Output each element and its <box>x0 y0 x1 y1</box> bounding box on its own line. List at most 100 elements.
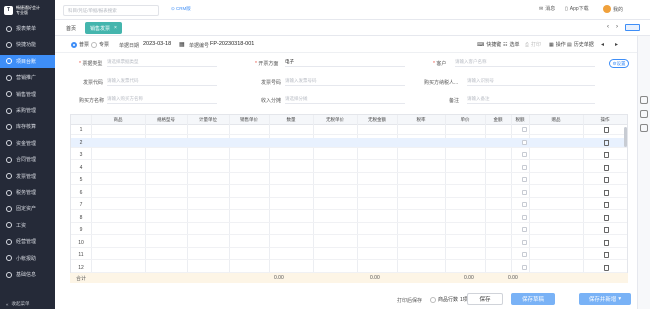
trash-icon[interactable] <box>604 264 609 271</box>
sidebar-item-4[interactable]: 销售管理 <box>0 88 55 101</box>
gift-checkbox[interactable] <box>522 189 527 195</box>
save-button[interactable]: 保存 <box>467 293 503 305</box>
operate-button[interactable]: ▦ 操作 <box>549 41 566 49</box>
tab-prev-button[interactable]: ‹ <box>607 24 609 30</box>
sidebar-item-13[interactable]: 经营管理 <box>0 235 55 248</box>
row-count-check[interactable]: 商品行数 1项 <box>430 296 468 303</box>
ticket-type-select[interactable]: 请选择票据类型 <box>107 57 217 67</box>
tab-next-button[interactable]: › <box>616 24 618 30</box>
invoice-code-input[interactable]: 请输入发票代码 <box>107 76 217 86</box>
print-button[interactable]: ⎙ 打印 <box>525 41 541 49</box>
attachment-icon[interactable] <box>640 124 648 132</box>
table-row[interactable]: 8 <box>71 213 627 223</box>
type-special-radio[interactable]: 专票 <box>91 41 109 48</box>
gift-checkbox[interactable] <box>522 227 527 232</box>
type-normal-radio[interactable]: 普票 <box>71 41 89 48</box>
table-row[interactable]: 4 <box>71 163 627 173</box>
sidebar-item-3[interactable]: 营销推广 <box>0 71 55 84</box>
taxpayer-id-input[interactable]: 请输入识别号 <box>467 76 595 86</box>
tab-sales-invoice[interactable]: 销售发票 × <box>85 22 122 34</box>
save-draft-button[interactable]: 保存草稿 <box>511 293 555 305</box>
table-row[interactable]: 2 <box>71 137 627 148</box>
app-download-button[interactable]: ▯ App下载 <box>565 5 589 13</box>
buyer-name-input[interactable]: 请输入购买方名称 <box>107 94 217 104</box>
table-row[interactable]: 12 <box>71 263 627 273</box>
save-new-button[interactable]: 保存并新增 ▾ <box>579 293 631 305</box>
number-field[interactable]: FP-20230318-001 <box>210 41 254 47</box>
table-row[interactable]: 1 <box>71 125 627 135</box>
trash-icon[interactable] <box>604 214 609 221</box>
gift-checkbox[interactable] <box>522 202 527 207</box>
sidebar-item-2[interactable]: 项目台账 <box>0 54 55 68</box>
sidebar-item-6[interactable]: 库存核算 <box>0 120 55 133</box>
gift-checkbox[interactable] <box>522 152 527 157</box>
trash-icon[interactable] <box>604 152 609 158</box>
sidebar-item-label: 基础信息 <box>16 272 37 278</box>
sidebar-item-11[interactable]: 固定资产 <box>0 202 55 215</box>
gift-checkbox[interactable] <box>522 139 527 145</box>
gift-checkbox[interactable] <box>522 127 527 132</box>
sidebar-item-5[interactable]: 采购管理 <box>0 104 55 117</box>
table-row[interactable]: 7 <box>71 200 627 210</box>
sidebar-item-15[interactable]: 基础信息 <box>0 268 55 281</box>
select-doc-button[interactable]: ☷ 选单 <box>503 41 520 49</box>
gift-checkbox[interactable] <box>522 214 527 220</box>
gift-checkbox[interactable] <box>522 164 527 170</box>
table-row[interactable]: 9 <box>71 225 627 235</box>
row-number: 8 <box>79 214 83 221</box>
link-icon[interactable] <box>640 110 648 118</box>
trash-icon[interactable] <box>604 202 609 208</box>
shortcut-button[interactable]: ⌨ 快捷键 <box>477 41 501 49</box>
issue-mode-select[interactable]: 电子 <box>285 57 405 67</box>
income-split-select[interactable]: 请选择分摊 <box>285 94 405 104</box>
table-row[interactable]: 11 <box>71 250 627 260</box>
customer-input[interactable]: 请输入客户名称 <box>455 57 595 67</box>
close-icon[interactable]: × <box>114 25 117 31</box>
sidebar-item-8[interactable]: 合同管理 <box>0 153 55 166</box>
table-row[interactable]: 5 <box>71 175 627 185</box>
settings-button[interactable]: ⚙ 设置 <box>609 59 629 68</box>
note-icon[interactable] <box>640 96 648 104</box>
tab-home[interactable]: 首页 <box>61 22 81 34</box>
gift-checkbox[interactable] <box>522 252 527 257</box>
trash-icon[interactable] <box>604 164 609 171</box>
sidebar-item-7[interactable]: 资金管理 <box>0 137 55 150</box>
messages-button[interactable]: ✉ 消息 <box>539 5 555 13</box>
sidebar-item-10[interactable]: 税务管理 <box>0 186 55 199</box>
invoice-number-input[interactable]: 请输入发票号码 <box>285 76 405 86</box>
trash-icon[interactable] <box>604 227 609 233</box>
totals-row: 合计 0.00 0.00 0.00 0.00 <box>70 273 628 283</box>
next-doc-button[interactable]: ▸ <box>615 41 618 48</box>
table-row[interactable]: 6 <box>71 188 627 198</box>
trash-icon[interactable] <box>604 189 609 196</box>
calendar-icon[interactable]: ▦ <box>179 41 185 48</box>
table-row[interactable]: 10 <box>71 238 627 248</box>
row-number: 6 <box>79 189 83 196</box>
tab-layout-toggle[interactable] <box>625 24 640 31</box>
date-field[interactable]: 2023-03-18 <box>143 41 171 47</box>
crm-link[interactable]: ⊙ CRM版 <box>171 6 191 12</box>
gift-checkbox[interactable] <box>522 239 527 245</box>
trash-icon[interactable] <box>604 127 609 133</box>
remark-input[interactable]: 请输入备注 <box>467 94 595 104</box>
gift-checkbox[interactable] <box>522 264 527 270</box>
trash-icon[interactable] <box>604 139 609 146</box>
grid-scrollbar[interactable] <box>624 127 627 147</box>
sidebar-item-14[interactable]: 小帐报助 <box>0 252 55 265</box>
trash-icon[interactable] <box>604 239 609 246</box>
print-after-save[interactable]: 打印后保存 <box>397 297 422 304</box>
table-row[interactable]: 3 <box>71 150 627 160</box>
sidebar-item-0[interactable]: 报表菜单 <box>0 22 55 35</box>
column-header: 税额 <box>515 117 525 122</box>
gift-checkbox[interactable] <box>522 177 527 182</box>
prev-doc-button[interactable]: ◂ <box>601 41 604 48</box>
user-menu[interactable]: 我的 <box>603 5 623 13</box>
trash-icon[interactable] <box>604 177 609 183</box>
sidebar-item-1[interactable]: 快捷功能 <box>0 38 55 51</box>
sidebar-item-9[interactable]: 发票管理 <box>0 170 55 183</box>
collapse-sidebar-button[interactable]: «收起菜单 <box>0 299 55 309</box>
history-button[interactable]: ▤ 历史单据 <box>567 41 594 49</box>
sidebar-item-12[interactable]: 工资 <box>0 219 55 232</box>
trash-icon[interactable] <box>604 252 609 258</box>
global-search-input[interactable]: 科目/凭证/单据/报表搜索 <box>63 5 159 16</box>
